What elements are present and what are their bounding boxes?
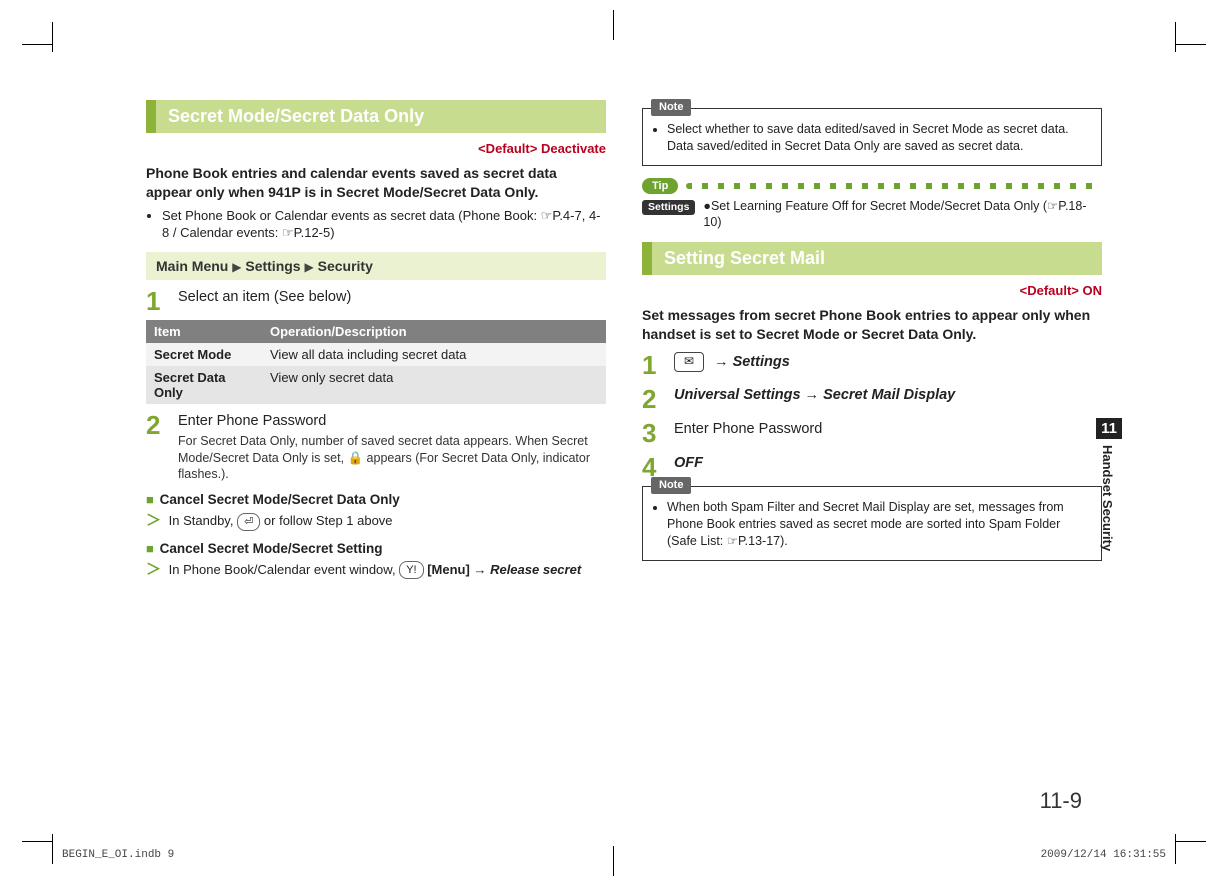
- menu-bracket: [Menu]: [427, 562, 470, 577]
- side-tab: 11 Handset Security: [1096, 418, 1122, 561]
- bullet-item: Set Phone Book or Calendar events as sec…: [162, 208, 606, 242]
- table-row: Secret Data Only View only secret data: [146, 366, 606, 404]
- cancel-secret-setting-title: Cancel Secret Mode/Secret Setting: [160, 541, 383, 556]
- right-column: Note Select whether to save data edited/…: [642, 100, 1102, 786]
- cancel-secret-setting-step: ＞ In Phone Book/Calendar event window, Y…: [146, 558, 606, 580]
- step-2-right: 2 Universal Settings → Secret Mail Displ…: [642, 386, 1102, 412]
- step-body: Universal Settings → Secret Mail Display: [674, 386, 1102, 405]
- section-header-secret-mail: Setting Secret Mail: [642, 242, 1102, 275]
- end-key-icon: ⏎: [237, 513, 260, 531]
- crop-mark: [52, 22, 53, 52]
- note-box-1: Note Select whether to save data edited/…: [642, 108, 1102, 166]
- table-cell-op: View only secret data: [262, 366, 606, 404]
- footer-left: BEGIN_E_OI.indb 9: [62, 849, 174, 861]
- tip-settings-text: ●Set Learning Feature Off for Secret Mod…: [703, 198, 1102, 231]
- side-tab-chapter-title: Handset Security: [1096, 439, 1119, 561]
- table-header-op: Operation/Description: [262, 320, 606, 343]
- note-box-2: Note When both Spam Filter and Secret Ma…: [642, 486, 1102, 561]
- crop-mark: [52, 834, 53, 864]
- intro-right: Set messages from secret Phone Book entr…: [642, 306, 1102, 344]
- step-body: OFF: [674, 454, 1102, 473]
- main-menu-path: Main Menu ▶ Settings ▶ Security: [146, 252, 606, 280]
- step-2-left: 2 Enter Phone Password For Secret Data O…: [146, 412, 606, 483]
- crop-mark: [613, 10, 614, 40]
- default-label-right: <Default> ON: [642, 283, 1102, 298]
- section-header-secret-mode: Secret Mode/Secret Data Only: [146, 100, 606, 133]
- step-number: 2: [146, 412, 166, 438]
- side-tab-chapter-number: 11: [1096, 418, 1122, 439]
- crop-mark: [1176, 44, 1206, 45]
- table-header-item: Item: [146, 320, 262, 343]
- menu-settings: Settings: [245, 258, 300, 274]
- cancel-secret-setting-heading: ■ Cancel Secret Mode/Secret Setting: [146, 541, 606, 556]
- cancel-secret-mode-heading: ■ Cancel Secret Mode/Secret Data Only: [146, 492, 606, 507]
- step-number: 1: [146, 288, 166, 314]
- footer-right: 2009/12/14 16:31:55: [1041, 849, 1166, 861]
- release-secret-label: Release secret: [490, 562, 581, 577]
- step-1-right: 1 ✉ → Settings: [642, 352, 1102, 378]
- table-row: Secret Mode View all data including secr…: [146, 343, 606, 366]
- content-area: Secret Mode/Secret Data Only <Default> D…: [146, 100, 1082, 786]
- table-cell-item: Secret Data Only: [146, 366, 262, 404]
- crop-mark: [1176, 841, 1206, 842]
- tip-badge: Tip: [642, 178, 678, 194]
- main-menu-label: Main Menu: [156, 258, 228, 274]
- tip-row: Tip: [642, 178, 1102, 194]
- step-body: Enter Phone Password For Secret Data Onl…: [178, 412, 606, 483]
- step-body: Select an item (See below): [178, 288, 606, 307]
- step-number: 2: [642, 386, 662, 412]
- operation-table: Item Operation/Description Secret Mode V…: [146, 320, 606, 404]
- default-label-left: <Default> Deactivate: [146, 141, 606, 156]
- settings-badge: Settings: [642, 200, 695, 216]
- substep-text-a: In Phone Book/Calendar event window,: [169, 562, 400, 577]
- arrow-icon: →: [805, 387, 824, 403]
- square-bullet-icon: ■: [146, 492, 154, 507]
- tip-dots-icon: [686, 183, 1102, 189]
- step-number: 1: [642, 352, 662, 378]
- note-bullet: Select whether to save data edited/saved…: [667, 121, 1091, 155]
- crop-mark: [1175, 834, 1176, 864]
- menu-security: Security: [318, 258, 373, 274]
- cancel-secret-mode-step: ＞ In Standby, ⏎ or follow Step 1 above: [146, 509, 606, 531]
- step-body: Enter Phone Password: [674, 420, 1102, 439]
- step-2-title: Enter Phone Password: [178, 413, 326, 429]
- chevron-icon: ＞: [146, 561, 161, 578]
- intro-left: Phone Book entries and calendar events s…: [146, 164, 606, 202]
- left-column: Secret Mode/Secret Data Only <Default> D…: [146, 100, 606, 786]
- substep-text-b: or follow Step 1 above: [264, 513, 393, 528]
- bullet-list-left: Set Phone Book or Calendar events as sec…: [146, 208, 606, 242]
- yahoo-key-icon: Y!: [399, 561, 423, 579]
- chevron-icon: ＞: [146, 512, 161, 529]
- page-number: 11-9: [1040, 788, 1082, 814]
- crop-mark: [22, 841, 52, 842]
- tip-settings-row: Settings ●Set Learning Feature Off for S…: [642, 198, 1102, 231]
- note-label: Note: [651, 477, 691, 494]
- arrow-icon: →: [473, 562, 490, 577]
- step-4-right: 4 OFF: [642, 454, 1102, 480]
- substep-text-a: In Standby,: [169, 513, 237, 528]
- note-bullet: When both Spam Filter and Secret Mail Di…: [667, 499, 1091, 550]
- crop-mark: [22, 44, 52, 45]
- step-body: ✉ → Settings: [674, 352, 1102, 372]
- table-cell-op: View all data including secret data: [262, 343, 606, 366]
- universal-settings-label: Universal Settings: [674, 387, 801, 403]
- page: Secret Mode/Secret Data Only <Default> D…: [0, 0, 1228, 886]
- step-3-right: 3 Enter Phone Password: [642, 420, 1102, 446]
- step-number: 3: [642, 420, 662, 446]
- cancel-secret-mode-title: Cancel Secret Mode/Secret Data Only: [160, 492, 400, 507]
- arrow-icon: →: [714, 354, 733, 370]
- crop-mark: [1175, 22, 1176, 52]
- off-label: OFF: [674, 455, 703, 471]
- square-bullet-icon: ■: [146, 541, 154, 556]
- mail-key-icon: ✉: [674, 352, 704, 372]
- secret-mail-display-label: Secret Mail Display: [823, 387, 955, 403]
- triangle-right-icon: ▶: [232, 260, 241, 274]
- step-1-left: 1 Select an item (See below): [146, 288, 606, 314]
- note-label: Note: [651, 99, 691, 116]
- crop-mark: [613, 846, 614, 876]
- triangle-right-icon: ▶: [304, 260, 313, 274]
- table-cell-item: Secret Mode: [146, 343, 262, 366]
- step1-settings-label: Settings: [733, 354, 790, 370]
- step-2-subtext: For Secret Data Only, number of saved se…: [178, 433, 606, 482]
